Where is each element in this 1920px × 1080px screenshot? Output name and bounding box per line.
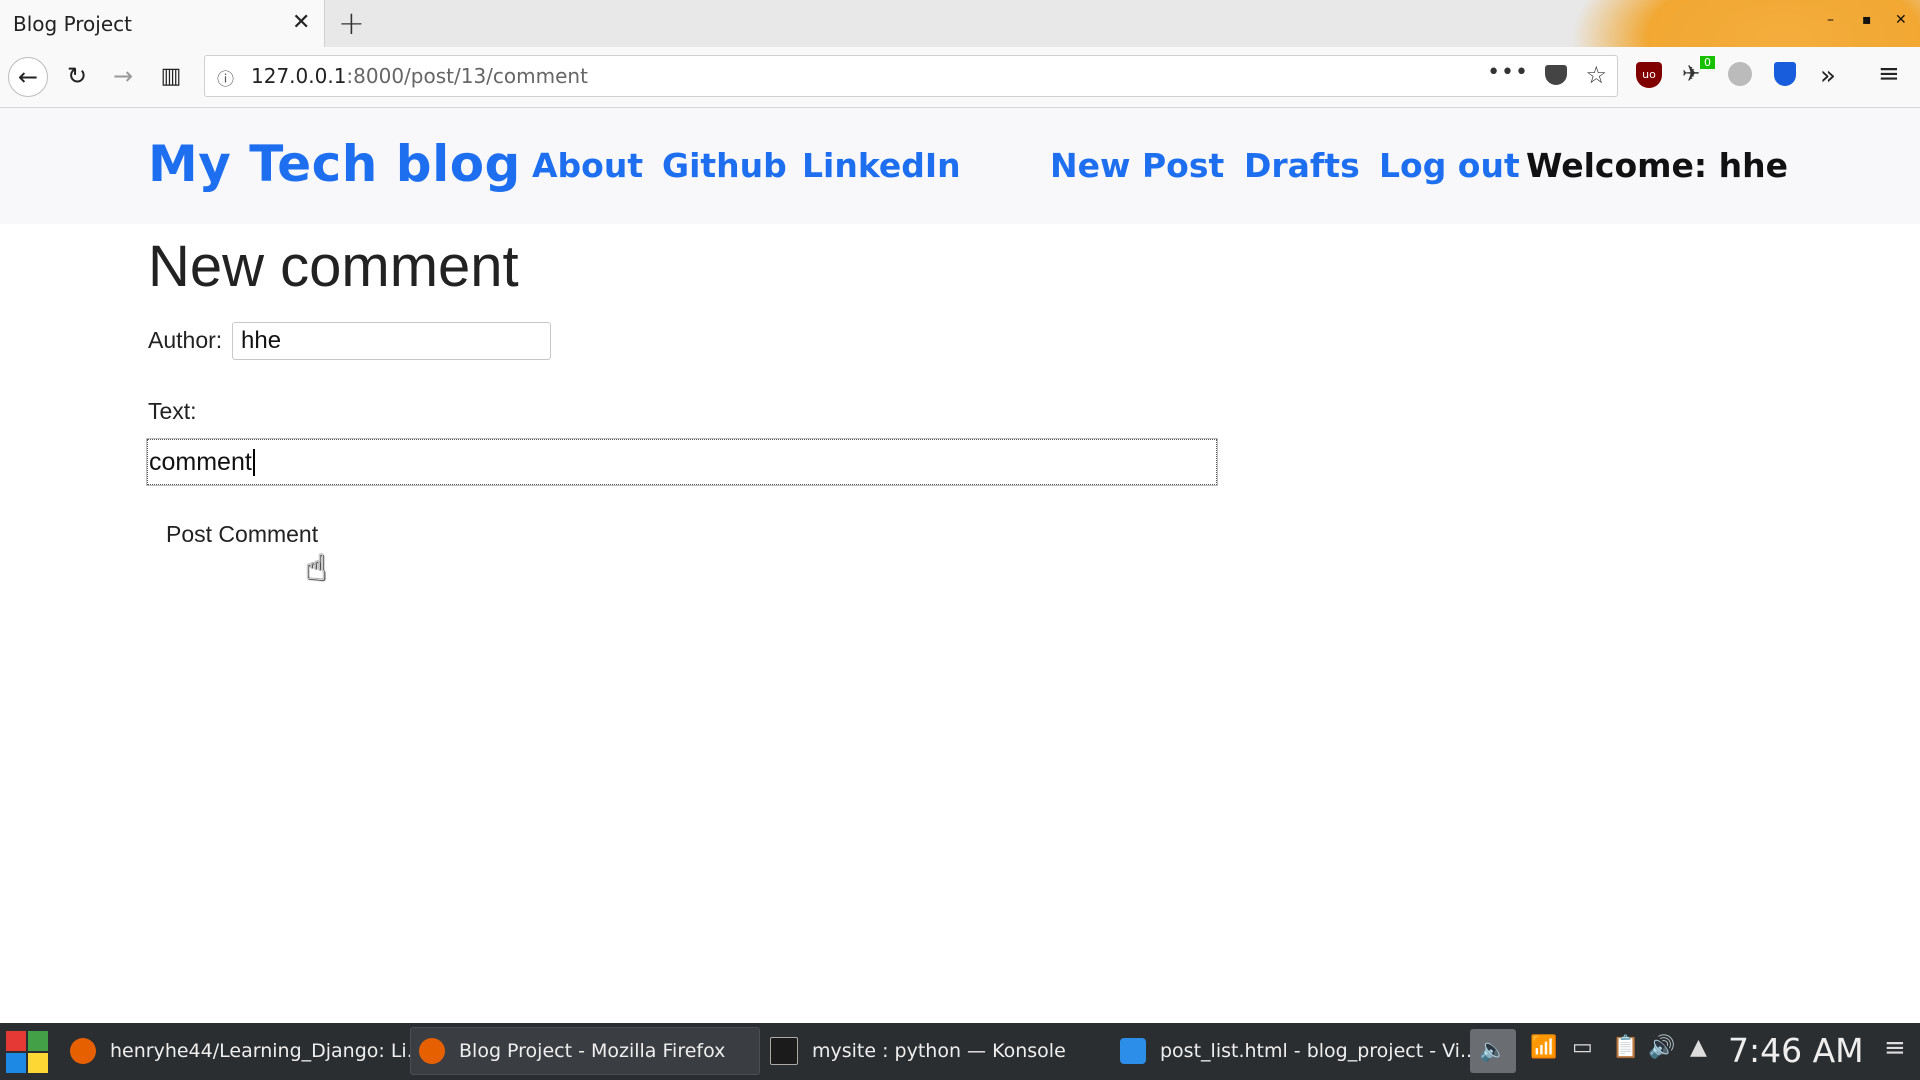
tab-title: Blog Project	[13, 12, 132, 36]
taskbar-item-konsole[interactable]: mysite : python — Konsole	[762, 1027, 1102, 1075]
extension-badge: 0	[1700, 56, 1715, 69]
close-icon[interactable]: ✕	[292, 10, 310, 35]
maximize-icon[interactable]: ▪	[1862, 12, 1872, 28]
comment-text-input[interactable]: comment	[146, 438, 1218, 486]
extension-c-icon[interactable]	[1728, 62, 1752, 86]
ublock-origin-icon[interactable]: uo	[1636, 62, 1662, 88]
overflow-chevron-icon[interactable]: »	[1820, 61, 1836, 91]
speaker-icon[interactable]: 🔊	[1648, 1035, 1675, 1060]
window-close-icon[interactable]: ✕	[1895, 12, 1907, 28]
nav-github-link[interactable]: Github	[662, 146, 787, 185]
firefox-icon	[419, 1038, 445, 1064]
terminal-icon	[770, 1037, 798, 1065]
nav-drafts-link[interactable]: Drafts	[1244, 146, 1360, 185]
forward-arrow-icon[interactable]: →	[104, 57, 142, 95]
reload-icon[interactable]: ↻	[58, 57, 96, 95]
browser-toolbar: ← ↻ → ▥ ⓘ 127.0.0.1:8000/post/13/comment…	[0, 47, 1920, 108]
text-caret	[252, 448, 255, 476]
url-bar[interactable]: ⓘ 127.0.0.1:8000/post/13/comment ••• ☆	[204, 55, 1618, 97]
author-label: Author:	[148, 327, 223, 353]
nav-linkedin-link[interactable]: LinkedIn	[802, 146, 961, 185]
nav-about-link[interactable]: About	[532, 146, 643, 185]
pocket-icon[interactable]	[1545, 65, 1567, 85]
firefox-icon	[70, 1038, 96, 1064]
site-header: My Tech blog About Github LinkedIn New P…	[0, 108, 1920, 224]
url-text[interactable]: 127.0.0.1:8000/post/13/comment	[251, 64, 588, 88]
volume-active-icon[interactable]: 🔈	[1470, 1029, 1516, 1073]
taskbar-item-github[interactable]: henryhe44/Learning_Django: Li...	[62, 1027, 425, 1075]
nav-new-post-link[interactable]: New Post	[1050, 146, 1224, 185]
text-label: Text:	[148, 398, 197, 424]
comment-text-value: comment	[149, 447, 252, 476]
taskbar-menu-icon[interactable]: ≡	[1884, 1033, 1906, 1063]
taskbar-item-firefox[interactable]: Blog Project - Mozilla Firefox	[410, 1027, 760, 1075]
taskbar-item-vscode[interactable]: post_list.html - blog_project - Vi...	[1112, 1027, 1478, 1075]
start-menu-icon[interactable]	[6, 1031, 50, 1075]
welcome-text: Welcome: hhe	[1526, 146, 1788, 185]
clock[interactable]: 7:46 AM	[1728, 1031, 1864, 1070]
site-info-icon[interactable]: ⓘ	[217, 65, 234, 90]
page-actions-icon[interactable]: •••	[1487, 60, 1529, 85]
minimize-icon[interactable]: –	[1827, 12, 1834, 28]
vscode-icon	[1120, 1038, 1146, 1064]
author-input[interactable]	[232, 322, 551, 360]
hand-pointer-cursor-icon: ☝	[305, 548, 327, 589]
new-tab-plus-icon[interactable]: +	[338, 4, 365, 42]
nav-logout-link[interactable]: Log out	[1379, 146, 1520, 185]
page-title: New comment	[148, 234, 519, 299]
bitwarden-shield-icon[interactable]	[1774, 62, 1796, 86]
sidebar-toggle-icon[interactable]: ▥	[152, 57, 190, 95]
os-taskbar: henryhe44/Learning_Django: Li... Blog Pr…	[0, 1023, 1920, 1080]
tray-expand-icon[interactable]: ▲	[1690, 1035, 1707, 1060]
battery-icon[interactable]: ▭	[1572, 1035, 1593, 1060]
back-arrow-icon[interactable]: ←	[8, 57, 48, 97]
browser-tab-active[interactable]: Blog Project ✕	[0, 0, 325, 47]
clipboard-icon[interactable]: 📋	[1612, 1035, 1639, 1060]
site-brand-link[interactable]: My Tech blog	[148, 135, 521, 193]
hamburger-menu-icon[interactable]: ≡	[1878, 59, 1900, 89]
bookmark-star-icon[interactable]: ☆	[1585, 61, 1607, 89]
wifi-icon[interactable]: 📶	[1530, 1035, 1557, 1060]
browser-tab-bar: Blog Project ✕ + – ▪ ✕	[0, 0, 1920, 47]
